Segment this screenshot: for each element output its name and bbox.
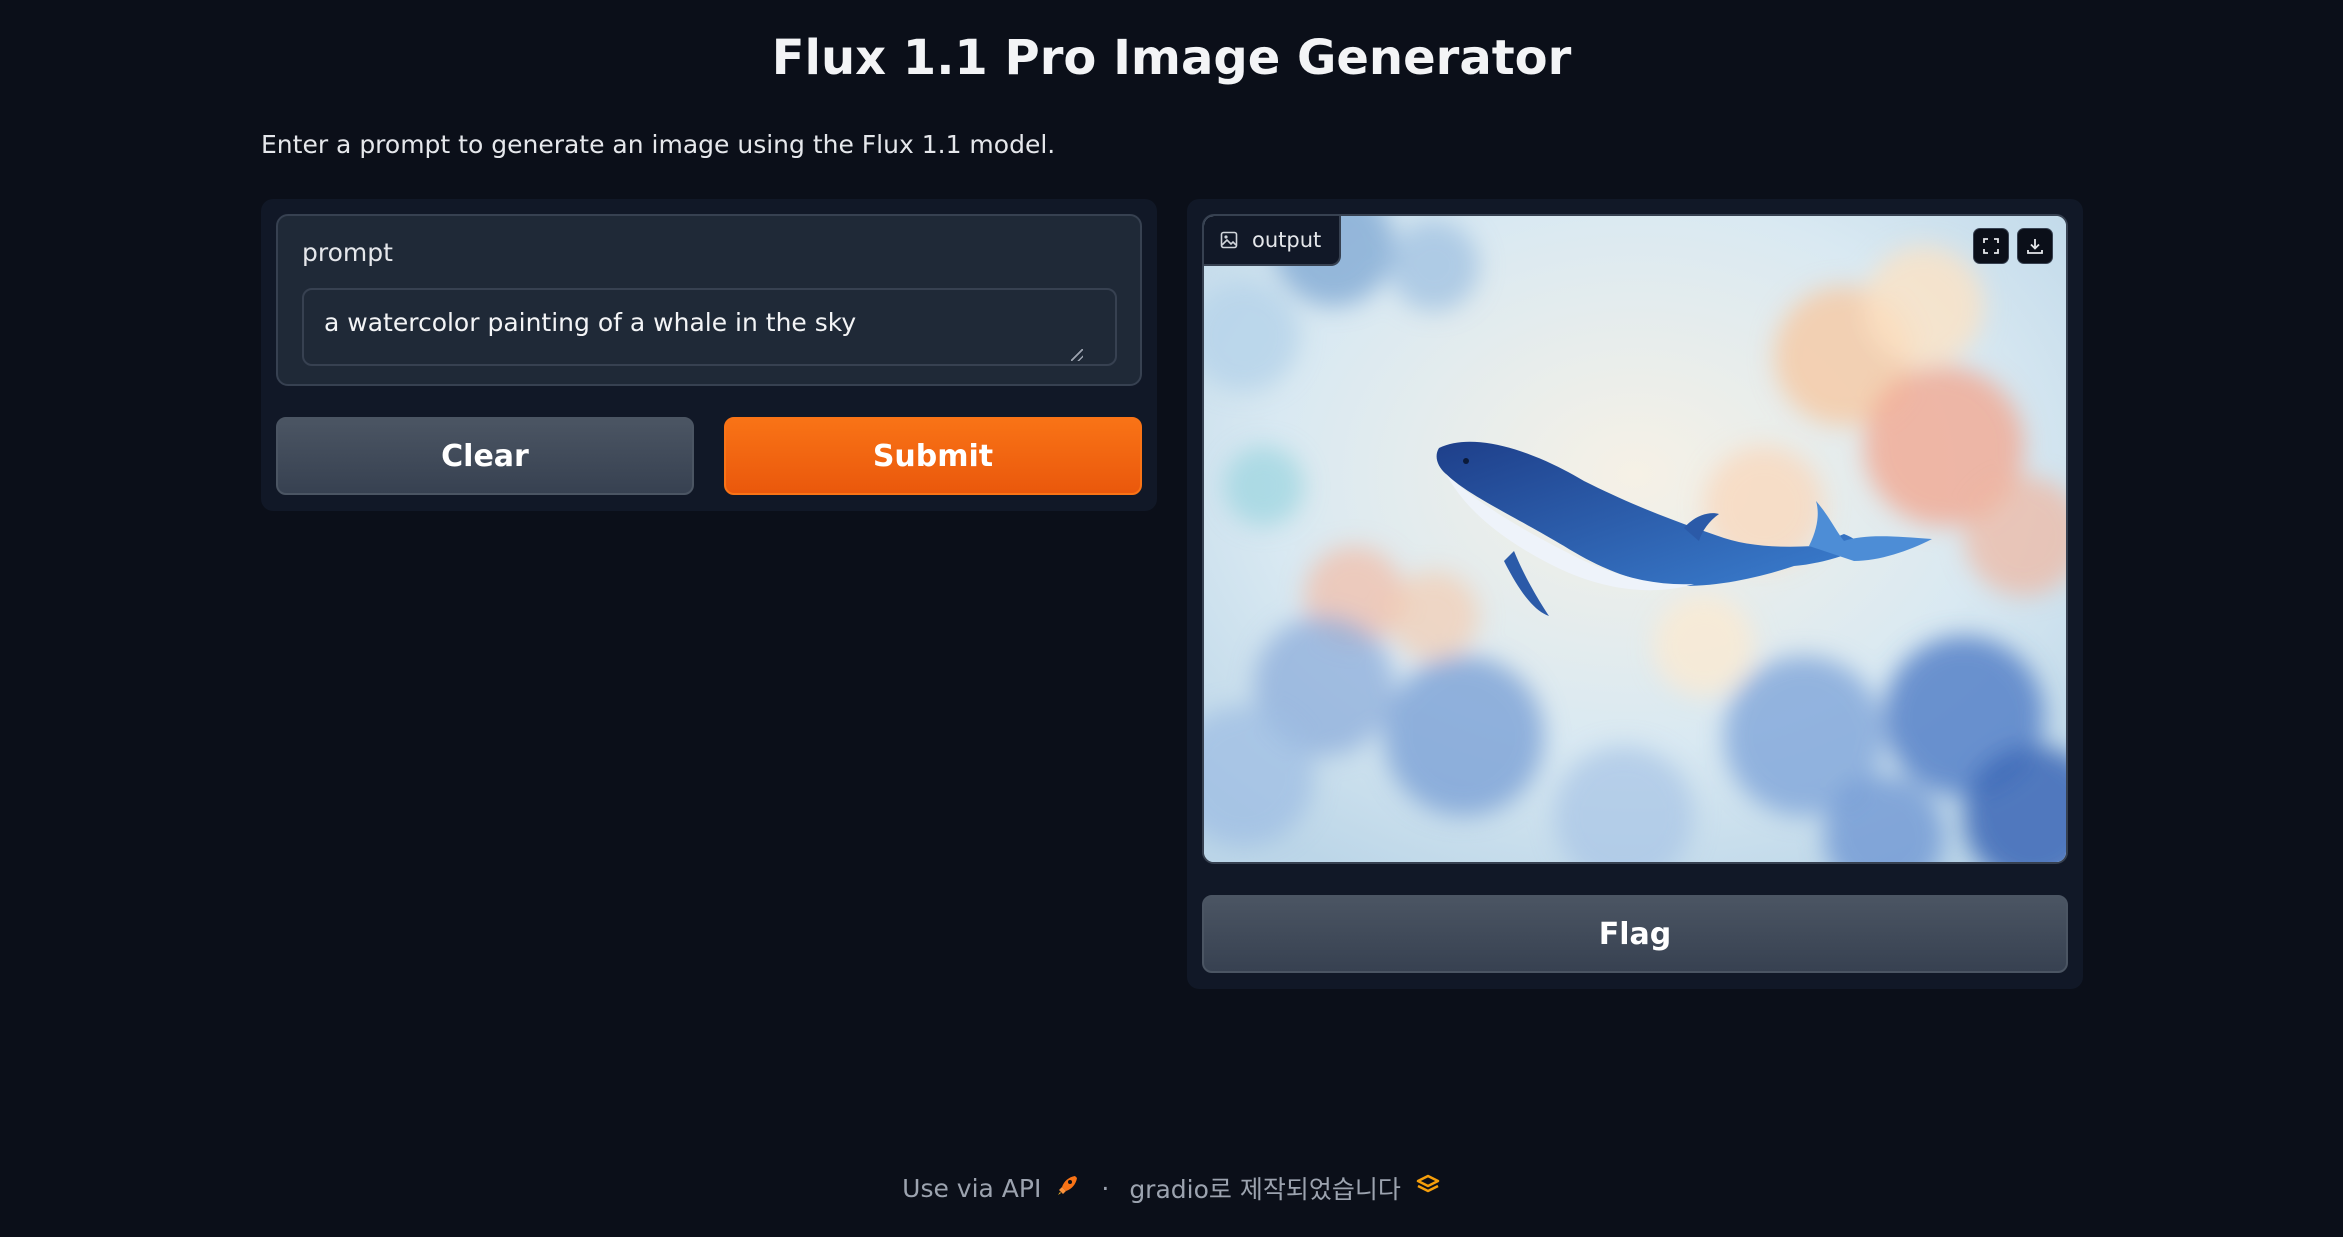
prompt-input[interactable]: a watercolor painting of a whale in the … bbox=[302, 288, 1117, 366]
output-label: output bbox=[1204, 216, 1342, 266]
input-panel: prompt a watercolor painting of a whale … bbox=[261, 199, 1157, 511]
built-with-gradio-link[interactable]: gradio로 제작되었습니다 bbox=[1129, 1170, 1401, 1206]
page-title: Flux 1.1 Pro Image Generator bbox=[771, 30, 1572, 86]
prompt-textbox-block: prompt a watercolor painting of a whale … bbox=[276, 214, 1142, 386]
prompt-label: prompt bbox=[302, 238, 393, 267]
footer-separator: · bbox=[1101, 1173, 1110, 1203]
image-icon bbox=[1220, 231, 1238, 249]
gradio-logo-icon bbox=[1415, 1172, 1441, 1204]
fullscreen-icon bbox=[1982, 237, 2000, 255]
output-panel: output Flag bbox=[1187, 199, 2083, 989]
whale-watercolor-image bbox=[1204, 216, 2066, 862]
rocket-icon bbox=[1055, 1172, 1081, 1204]
output-label-text: output bbox=[1252, 228, 1322, 252]
footer: Use via API · gradio로 제작되었습니다 bbox=[0, 1170, 2343, 1206]
fullscreen-button[interactable] bbox=[1973, 228, 2009, 264]
page-description: Enter a prompt to generate an image usin… bbox=[261, 130, 1056, 159]
output-image: output bbox=[1202, 214, 2068, 864]
resize-handle-icon[interactable] bbox=[1071, 349, 1083, 361]
submit-button[interactable]: Submit bbox=[724, 417, 1142, 495]
download-button[interactable] bbox=[2017, 228, 2053, 264]
download-icon bbox=[2026, 237, 2044, 255]
clear-button[interactable]: Clear bbox=[276, 417, 694, 495]
flag-button[interactable]: Flag bbox=[1202, 895, 2068, 973]
use-via-api-link[interactable]: Use via API bbox=[902, 1174, 1041, 1203]
